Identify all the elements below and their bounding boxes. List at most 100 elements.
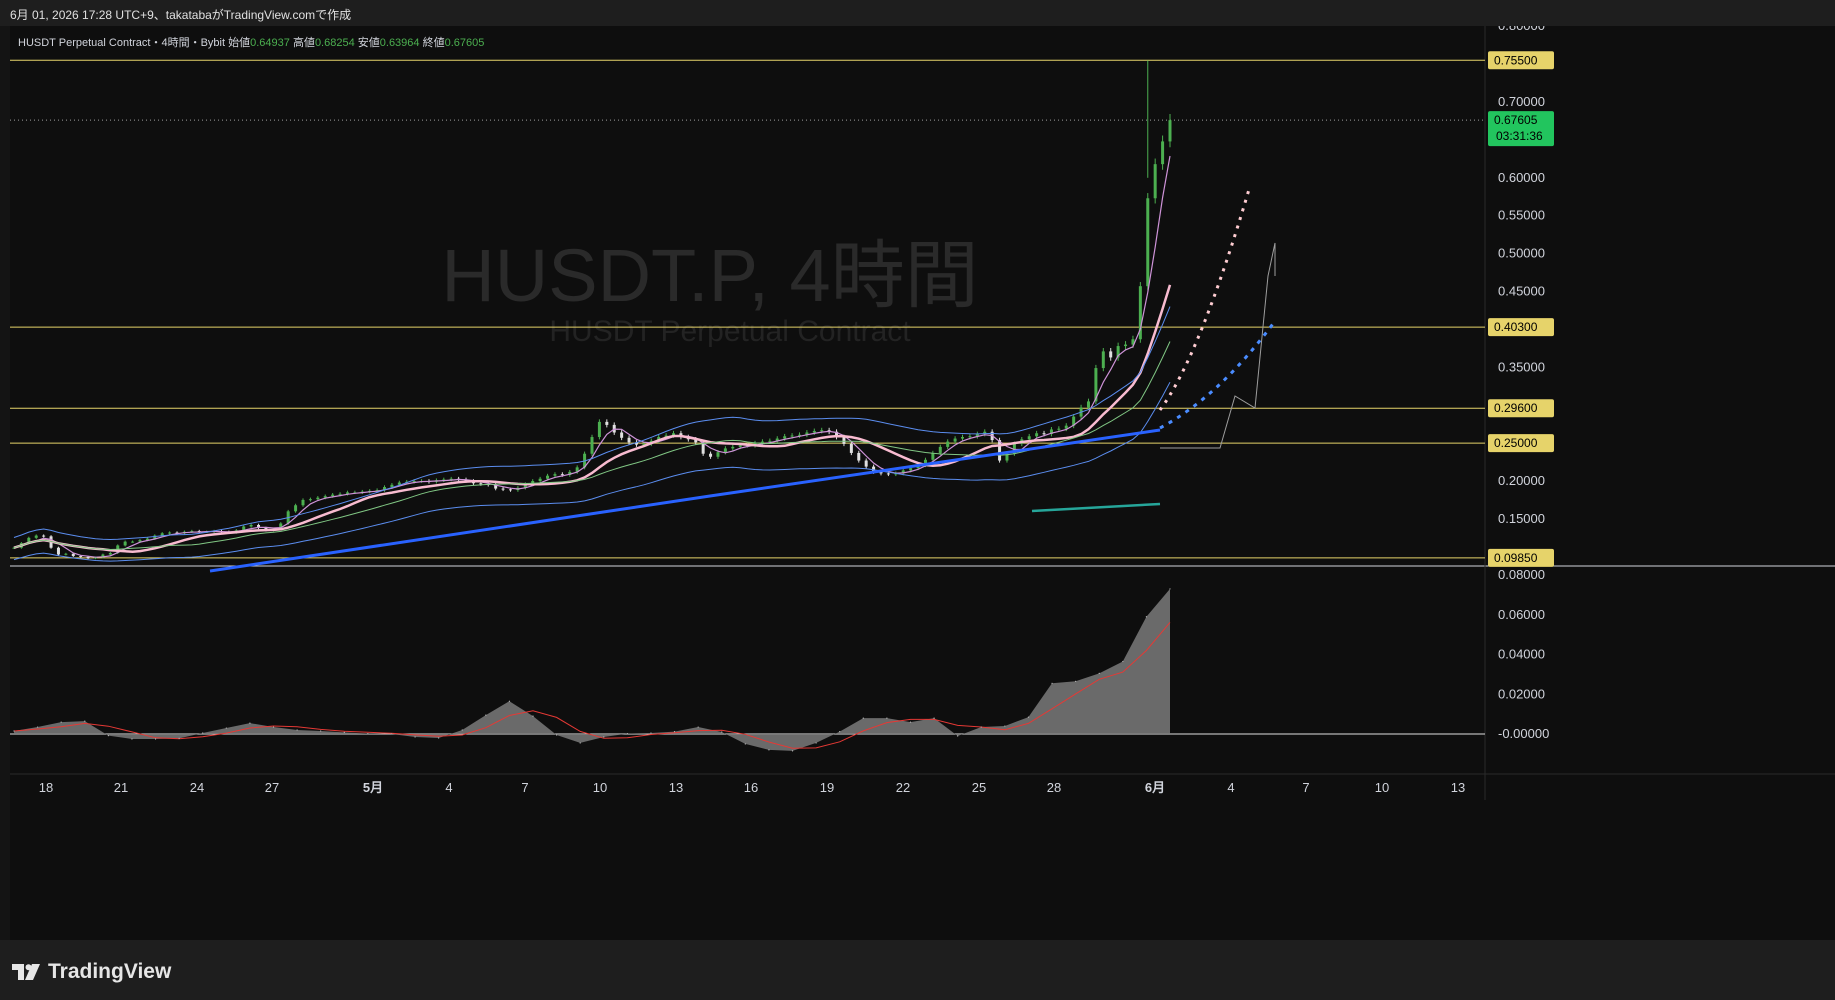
osc-point: [36, 726, 39, 728]
legend-high-label: 高値: [292, 37, 315, 49]
candle-body: [968, 436, 972, 438]
candle-body: [1109, 351, 1113, 358]
osc-point: [461, 729, 463, 731]
osc-point: [343, 731, 345, 734]
price-tick-label-0: 0.80000: [1498, 26, 1545, 33]
osc-point: [1122, 660, 1124, 663]
projection-blue: [1159, 320, 1277, 430]
time-tick-label-1: 21: [114, 780, 128, 795]
level-tag-label-2: 0.29600: [1494, 401, 1538, 415]
candle-body: [123, 541, 127, 546]
candle-body: [86, 556, 90, 559]
candle-body: [1168, 120, 1172, 142]
ma-fast-line: [13, 155, 1171, 558]
candle-body: [783, 436, 787, 439]
header-bar: 6月 01, 2026 17:28 UTC+9、takatabaがTrading…: [0, 0, 1835, 26]
candle-body: [249, 524, 253, 527]
candle-body: [1153, 164, 1157, 199]
candle-body: [390, 484, 394, 488]
candle-body: [627, 437, 631, 443]
price-tick-label-2: 0.60000: [1498, 170, 1545, 185]
candle-body: [56, 547, 60, 555]
candle-body: [768, 440, 772, 442]
osc-point: [886, 717, 888, 719]
osc-point: [508, 700, 511, 702]
current-price-label: 0.67605: [1494, 113, 1538, 127]
chart-svg[interactable]: HUSDT.P, 4時間HUSDT Perpetual Contract 0.75…: [10, 18, 1835, 940]
candle-body: [731, 446, 735, 449]
osc-point: [1075, 680, 1077, 682]
osc-point: [744, 743, 746, 745]
osc-point: [1145, 616, 1148, 618]
candle-body: [1086, 401, 1090, 408]
candle-body: [1027, 436, 1031, 440]
candle-body: [538, 478, 542, 481]
time-tick-label-9: 16: [744, 780, 758, 795]
watermark-subtitle: HUSDT Perpetual Contract: [549, 315, 911, 348]
header-caption: 6月 01, 2026 17:28 UTC+9、takatabaがTrading…: [10, 8, 352, 22]
legend-open: 0.64937: [250, 37, 290, 49]
osc-point: [650, 732, 652, 734]
candle-body: [168, 532, 172, 534]
osc-point: [131, 738, 133, 740]
osc-point: [414, 736, 416, 738]
candle-body: [331, 494, 335, 497]
legend-low-label: 安値: [357, 37, 380, 49]
time-tick-label-7: 10: [593, 780, 607, 795]
osc-point: [532, 715, 534, 717]
candle-body: [605, 421, 609, 425]
osc-point: [438, 737, 440, 739]
candle-body: [131, 541, 135, 543]
chart-area[interactable]: HUSDT.P, 4時間 HUSDT Perpetual Contract 0.75…: [10, 18, 1835, 940]
legend-low: 0.63964: [379, 37, 420, 49]
osc-point: [202, 732, 204, 734]
osc-point: [957, 735, 959, 737]
candle-body: [1124, 344, 1128, 347]
level-tag-label-1: 0.40300: [1494, 320, 1538, 334]
brand-name: TradingView: [48, 960, 172, 983]
candle-body: [946, 441, 950, 447]
tradingview-logo[interactable]: TradingView: [12, 960, 171, 984]
candle-body: [961, 437, 965, 439]
osc-point: [320, 730, 322, 732]
osc-point: [154, 738, 157, 740]
candle-body: [1101, 351, 1105, 369]
candle-body: [553, 474, 557, 476]
candle-body: [42, 535, 46, 537]
candle-body: [34, 535, 38, 538]
time-tick-label-15: 4: [1227, 780, 1234, 795]
candle-body: [1146, 198, 1150, 287]
candle-body: [864, 460, 868, 467]
time-tick-label-11: 22: [896, 780, 910, 795]
legend-open-label: 始値: [228, 37, 251, 49]
candle-body: [738, 445, 742, 447]
candle-body: [597, 421, 601, 438]
candle-body: [546, 475, 550, 479]
level-tag-label-3: 0.25000: [1494, 436, 1538, 450]
osc-point: [60, 721, 62, 723]
candle-body: [294, 505, 298, 512]
candle-body: [1161, 141, 1165, 165]
candle-body: [590, 437, 594, 454]
osc-point: [673, 731, 676, 733]
osc-point: [249, 722, 251, 724]
candle-body: [560, 474, 564, 476]
price-tick-label-4: 0.50000: [1498, 246, 1545, 261]
candle-body: [108, 553, 112, 555]
osc-point: [721, 731, 723, 733]
candle-body: [620, 432, 624, 438]
level-tag-label-0: 0.75500: [1494, 53, 1538, 67]
price-tick-label-1: 0.70000: [1498, 94, 1545, 109]
time-tick-label-16: 7: [1302, 780, 1309, 795]
candle-body: [723, 448, 727, 453]
legend-close: 0.67605: [444, 37, 485, 49]
level-tag-label-4: 0.09850: [1494, 551, 1538, 565]
osc-point: [272, 726, 275, 728]
candle-body: [338, 493, 342, 495]
candle-body: [886, 473, 890, 475]
osc-point: [367, 733, 369, 735]
candle-body: [1042, 433, 1046, 435]
teal-segment: [1031, 502, 1161, 513]
countdown-label: 03:31:36: [1496, 129, 1543, 143]
time-tick-label-3: 27: [265, 780, 279, 795]
